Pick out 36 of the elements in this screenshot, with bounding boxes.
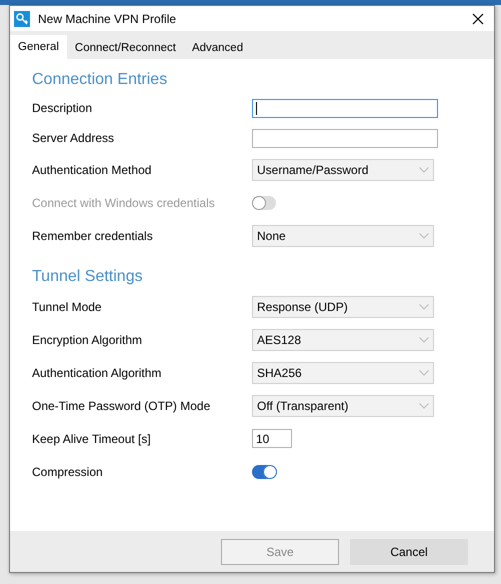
dropdown[interactable]: Off (Transparent) [252,394,434,416]
chevron-down-icon [419,304,429,310]
dropdown[interactable]: SHA256 [252,362,434,384]
chevron-down-icon [419,232,429,238]
toggle-switch[interactable] [252,464,276,478]
chevron-down-icon [419,336,429,342]
field-label: Compression [32,464,104,478]
section-heading: Connection Entries [32,71,168,89]
window-title: New Machine VPN Profile [38,12,178,26]
app-icon [14,10,30,26]
field-label: Authentication Algorithm [32,366,162,380]
field-label: Authentication Method [32,162,152,176]
field-label: Server Address [32,131,116,145]
dropdown[interactable]: AES128 [252,328,434,350]
field-label: Keep Alive Timeout [s] [32,432,152,446]
tab[interactable]: Advanced [184,37,252,59]
input-field[interactable]: 10 [252,429,292,448]
dropdown[interactable]: Response (UDP) [252,296,434,318]
dropdown[interactable]: None [252,224,434,246]
close-icon[interactable] [472,12,484,24]
chevron-down-icon [419,166,429,172]
dropdown[interactable]: Username/Password [252,158,434,180]
field-label: Tunnel Mode [32,300,103,314]
chevron-down-icon [419,370,429,376]
input-field[interactable] [252,128,438,148]
field-label: Connect with Windows credentials [32,196,216,210]
input-field[interactable] [252,98,438,118]
tab[interactable]: General [10,35,67,59]
field-label: Encryption Algorithm [32,332,144,346]
section-heading: Tunnel Settings [32,268,144,286]
cancel-button[interactable]: Cancel [350,538,468,564]
tab[interactable]: Connect/Reconnect [66,37,184,59]
field-label: One-Time Password (OTP) Mode [32,398,212,412]
field-label: Description [32,101,94,115]
field-label: Remember credentials [32,228,154,242]
chevron-down-icon [419,402,429,408]
